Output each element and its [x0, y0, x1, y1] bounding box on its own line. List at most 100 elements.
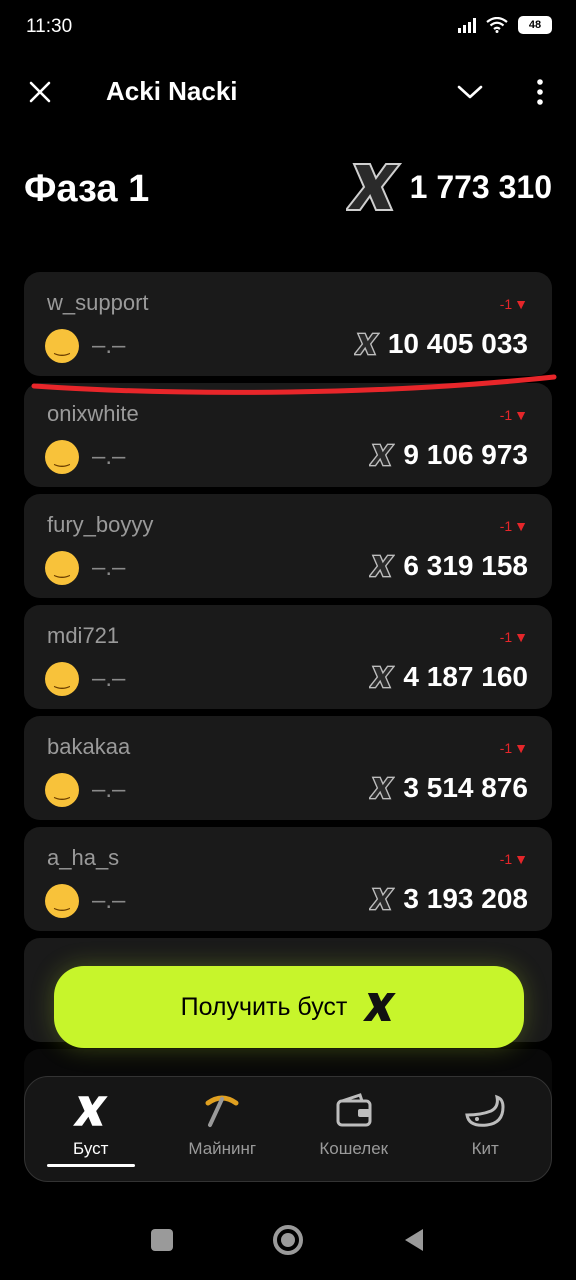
phase-header: Фаза 1 1 773 310 [24, 160, 552, 224]
smile-emoji-icon: ‿ [45, 884, 79, 918]
score: 3 193 208 [369, 883, 528, 915]
wallet-icon [336, 1093, 372, 1127]
rank-change: -1 ▼ [500, 851, 528, 867]
recent-apps-button[interactable] [151, 1229, 173, 1251]
battery-icon: 48 [518, 16, 552, 34]
boost-x-icon [345, 163, 402, 211]
rank-text: –.– [92, 554, 126, 581]
app-title: Acki Nacki [106, 76, 238, 106]
nav-item-wallet[interactable]: Кошелек [288, 1077, 420, 1181]
username: mdi721 [47, 623, 120, 648]
smile-emoji-icon: ‿ [45, 662, 79, 696]
boost-x-icon [369, 554, 396, 578]
nav-item-boost[interactable]: Буст [25, 1077, 157, 1181]
boost-x-icon [369, 776, 396, 800]
smile-emoji-icon: ‿ [45, 551, 79, 585]
status-bar: 11:30 48 [0, 0, 576, 56]
home-button[interactable] [273, 1225, 303, 1255]
username: a_ha_s [47, 845, 120, 870]
arrow-down-icon: ▼ [514, 296, 528, 312]
username: w_support [47, 290, 149, 315]
score-value: 6 319 158 [403, 550, 528, 581]
score: 4 187 160 [369, 661, 528, 693]
username: onixwhite [47, 401, 139, 426]
red-underline-annotation [31, 374, 557, 395]
list-item[interactable]: a_ha_s -1 ▼ ‿ –.– 3 193 208 [24, 827, 552, 931]
more-button[interactable] [520, 72, 560, 112]
score-value: 3 514 876 [403, 772, 528, 803]
bottom-nav: Буст Майнинг Кошелек Кит [24, 1076, 552, 1182]
arrow-down-icon: ▼ [514, 407, 528, 423]
list-item[interactable]: mdi721 -1 ▼ ‿ –.– 4 187 160 [24, 605, 552, 709]
nav-item-whale[interactable]: Кит [420, 1077, 552, 1181]
score-value: 4 187 160 [403, 661, 528, 692]
smile-emoji-icon: ‿ [45, 440, 79, 474]
collapse-button[interactable] [450, 72, 490, 112]
rank-change: -1 ▼ [500, 518, 528, 534]
close-button[interactable] [20, 72, 60, 112]
status-icons: 48 [458, 16, 552, 34]
boost-x-icon [369, 443, 396, 467]
home-icon [281, 1233, 295, 1247]
list-item[interactable]: fury_boyyy -1 ▼ ‿ –.– 6 319 158 [24, 494, 552, 598]
phase-total: 1 773 310 [345, 160, 552, 214]
username: fury_boyyy [47, 512, 154, 537]
rank-change-value: -1 [499, 407, 513, 423]
nav-label: Буст [73, 1139, 109, 1158]
back-button[interactable] [403, 1227, 425, 1253]
boost-x-icon [72, 1096, 108, 1126]
nav-label: Майнинг [188, 1139, 257, 1158]
list-item[interactable]: bakakaa -1 ▼ ‿ –.– 3 514 876 [24, 716, 552, 820]
list-item[interactable]: w_support -1 ▼ ‿ –.– 10 405 033 [24, 272, 552, 376]
arrow-down-icon: ▼ [514, 518, 528, 534]
smile-emoji-icon: ‿ [45, 329, 79, 363]
score: 9 106 973 [369, 439, 528, 471]
rank-text: –.– [92, 665, 126, 692]
rank-change-value: -1 [499, 518, 513, 534]
phase-total-value: 1 773 310 [409, 168, 552, 205]
rank-text: –.– [92, 776, 126, 803]
get-boost-label: Получить буст [180, 992, 348, 1021]
score: 3 514 876 [369, 772, 528, 804]
more-vertical-icon [537, 79, 543, 105]
rank-change-value: -1 [499, 629, 513, 645]
rank-change-value: -1 [499, 296, 513, 312]
username: bakakaa [47, 734, 131, 759]
nav-item-mining[interactable]: Майнинг [157, 1077, 289, 1181]
arrow-down-icon: ▼ [514, 629, 528, 645]
rank-change: -1 ▼ [500, 296, 528, 312]
rank-change: -1 ▼ [500, 407, 528, 423]
nav-label: Кит [471, 1139, 499, 1158]
phase-title: Фаза 1 [24, 168, 150, 210]
system-nav-bar [0, 1200, 576, 1280]
pickaxe-icon [205, 1095, 239, 1127]
wifi-icon [486, 17, 508, 33]
chevron-down-icon [457, 85, 483, 99]
arrow-down-icon: ▼ [514, 851, 528, 867]
nav-label: Кошелек [319, 1139, 389, 1158]
app-bar: Acki Nacki [0, 62, 576, 122]
rank-change-value: -1 [499, 740, 513, 756]
rank-change: -1 ▼ [500, 740, 528, 756]
score: 6 319 158 [369, 550, 528, 582]
status-time: 11:30 [26, 16, 73, 37]
get-boost-button[interactable]: Получить буст [54, 966, 524, 1048]
rank-text: –.– [92, 887, 126, 914]
score: 10 405 033 [353, 328, 528, 360]
score-value: 9 106 973 [403, 439, 528, 470]
rank-change-value: -1 [499, 851, 513, 867]
score-value: 10 405 033 [387, 328, 528, 359]
boost-x-icon [369, 665, 396, 689]
boost-x-icon [353, 332, 380, 356]
rank-text: –.– [92, 443, 126, 470]
close-icon [29, 81, 51, 103]
whale-icon [465, 1094, 505, 1127]
boost-x-icon [363, 993, 397, 1021]
smile-emoji-icon: ‿ [45, 773, 79, 807]
boost-x-icon [369, 887, 396, 911]
rank-change: -1 ▼ [500, 629, 528, 645]
score-value: 3 193 208 [403, 883, 528, 914]
signal-icon [458, 17, 476, 33]
rank-text: –.– [92, 332, 126, 359]
arrow-down-icon: ▼ [514, 740, 528, 756]
